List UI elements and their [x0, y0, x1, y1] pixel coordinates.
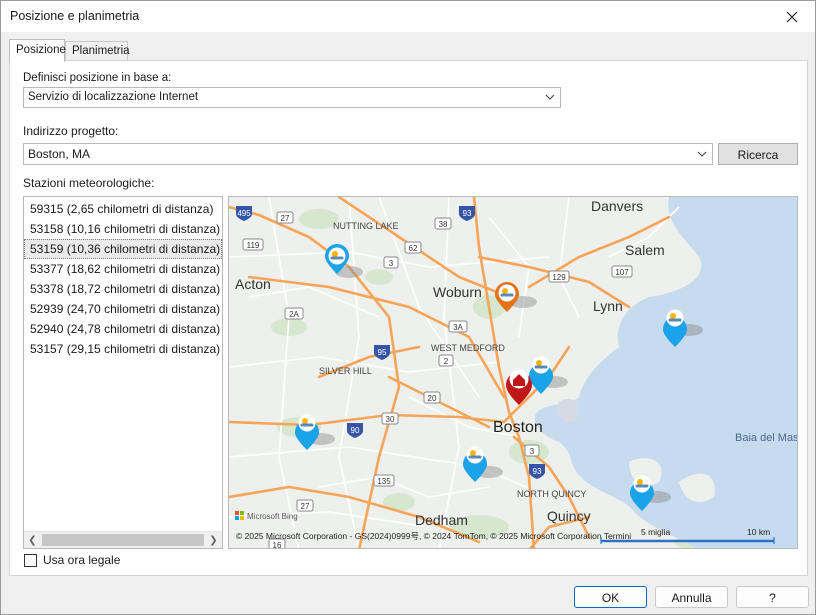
scrollbar-thumb[interactable]	[42, 534, 204, 546]
dst-checkbox-row[interactable]: Usa ora legale	[24, 552, 120, 568]
bing-logo-text: Microsoft Bing	[247, 512, 298, 521]
shield-r129: 129	[548, 270, 570, 283]
project-address-value: Boston, MA	[28, 147, 91, 161]
map-label-west-medford: WEST MEDFORD	[431, 343, 505, 353]
map-label-dedham: Dedham	[415, 512, 468, 528]
close-button[interactable]	[769, 1, 815, 32]
svg-text:20: 20	[428, 394, 437, 403]
svg-text:3: 3	[530, 447, 535, 456]
shield-r135: 135	[373, 474, 395, 487]
scale-miles: 5 miglia	[641, 527, 671, 537]
shield-r20: 20	[423, 391, 441, 404]
shield-r38: 38	[434, 217, 452, 230]
dst-label: Usa ora legale	[43, 553, 121, 567]
project-address-combobox[interactable]: Boston, MA	[23, 143, 713, 165]
help-button[interactable]: ?	[736, 586, 809, 608]
horizontal-scrollbar[interactable]: ❮ ❯	[24, 531, 222, 548]
shield-r3a: 3A	[448, 320, 468, 333]
svg-text:2A: 2A	[289, 310, 299, 319]
close-icon	[786, 11, 798, 22]
dst-checkbox[interactable]	[24, 553, 37, 567]
shield-r2a: 2A	[284, 307, 304, 320]
list-item[interactable]: 53377 (18,62 chilometri di distanza)	[24, 259, 222, 279]
svg-text:95: 95	[378, 348, 387, 357]
map-label-danvers: Danvers	[591, 198, 643, 214]
map-label-north-quincy: NORTH QUINCY	[517, 489, 586, 499]
svg-text:3A: 3A	[453, 323, 463, 332]
svg-text:107: 107	[615, 268, 629, 277]
svg-text:38: 38	[439, 220, 448, 229]
search-button[interactable]: Ricerca	[718, 143, 798, 165]
location-source-value: Servizio di localizzazione Internet	[28, 91, 199, 103]
location-source-dropdown[interactable]: Servizio di localizzazione Internet	[23, 87, 561, 108]
list-item[interactable]: 53158 (10,16 chilometri di distanza)	[24, 219, 222, 239]
map-view[interactable]: Danvers Salem NUTTING LAKE Acton Woburn …	[228, 196, 798, 549]
map-label-quincy: Quincy	[547, 508, 591, 524]
map-label-lynn: Lynn	[593, 298, 623, 314]
window-title: Posizione e planimetria	[10, 9, 140, 23]
weather-stations-label: Stazioni meteorologiche:	[23, 176, 155, 190]
map-label-acton: Acton	[235, 276, 271, 292]
list-item[interactable]: 52940 (24,78 chilometri di distanza)	[24, 319, 222, 339]
chevron-down-icon	[545, 94, 555, 100]
svg-text:62: 62	[409, 244, 418, 253]
svg-text:93: 93	[463, 209, 472, 218]
svg-text:129: 129	[552, 273, 566, 282]
scroll-right-icon[interactable]: ❯	[205, 532, 222, 548]
ok-button[interactable]: OK	[574, 586, 647, 608]
map-label-salem: Salem	[625, 242, 665, 258]
map-label-boston: Boston	[493, 419, 543, 436]
svg-text:93: 93	[533, 467, 542, 476]
svg-text:27: 27	[301, 502, 310, 511]
scale-km: 10 km	[747, 527, 770, 537]
svg-text:27: 27	[281, 214, 290, 223]
dialog-window: Posizione e planimetria Posizione Planim…	[0, 0, 816, 615]
map-label-baia: Baia del Mas	[735, 432, 798, 444]
svg-text:495: 495	[237, 209, 251, 218]
map-label-woburn: Woburn	[433, 284, 482, 300]
list-item[interactable]: 53378 (18,72 chilometri di distanza)	[24, 279, 222, 299]
tab-posizione[interactable]: Posizione	[9, 39, 66, 62]
shield-r2: 2	[438, 354, 454, 367]
shield-r3: 3	[383, 256, 399, 269]
svg-text:119: 119	[247, 241, 260, 250]
shield-r62: 62	[404, 241, 422, 254]
shield-r27: 27	[276, 211, 294, 224]
svg-text:135: 135	[377, 477, 391, 486]
scroll-left-icon[interactable]: ❮	[24, 532, 41, 548]
shield-r3-south: 3	[524, 444, 540, 457]
list-item[interactable]: 59315 (2,65 chilometri di distanza)	[24, 199, 222, 219]
map-copyright: © 2025 Microsoft Corporation - GS(2024)0…	[236, 531, 631, 541]
project-address-label: Indirizzo progetto:	[23, 124, 119, 138]
map-label-silver-hill: SILVER HILL	[319, 366, 372, 376]
list-item[interactable]: 52939 (24,70 chilometri di distanza)	[24, 299, 222, 319]
cancel-button[interactable]: Annulla	[655, 586, 728, 608]
tab-planimetria[interactable]: Planimetria	[65, 41, 130, 61]
svg-text:90: 90	[351, 426, 360, 435]
svg-text:3: 3	[389, 259, 394, 268]
shield-r27-south: 27	[296, 499, 314, 512]
title-bar: Posizione e planimetria	[1, 1, 815, 32]
svg-text:2: 2	[444, 357, 449, 366]
define-location-label: Definisci posizione in base a:	[23, 72, 172, 84]
shield-r30: 30	[381, 412, 399, 425]
weather-stations-list[interactable]: 59315 (2,65 chilometri di distanza) 5315…	[23, 196, 223, 549]
shield-r119: 119	[242, 238, 264, 251]
chevron-down-icon	[697, 151, 707, 157]
svg-text:16: 16	[273, 541, 282, 549]
svg-text:30: 30	[386, 415, 395, 424]
shield-r107: 107	[611, 265, 633, 278]
list-item[interactable]: 53159 (10,36 chilometri di distanza)	[24, 239, 222, 259]
map-label-nutting-lake: NUTTING LAKE	[333, 221, 399, 231]
list-item[interactable]: 53157 (29,15 chilometri di distanza)	[24, 339, 222, 359]
